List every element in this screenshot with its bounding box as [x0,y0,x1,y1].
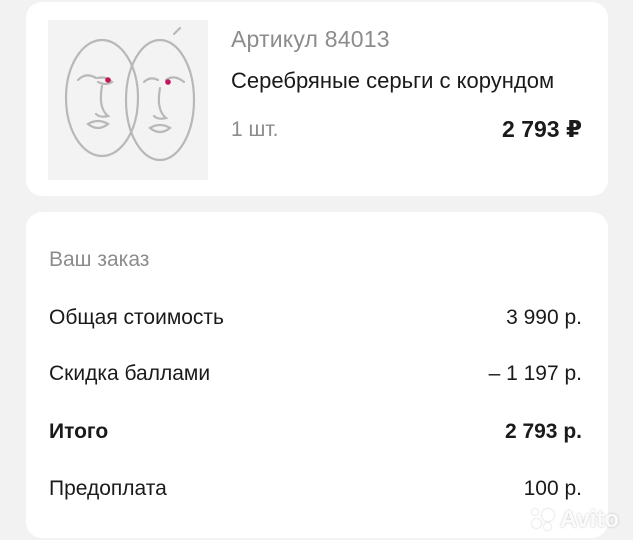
product-quantity: 1 шт. [231,118,279,141]
summary-row-total: Итого 2 793 р. [49,420,582,450]
summary-row-value: 2 793 р. [504,420,582,443]
order-summary-card: Ваш заказ Общая стоимость 3 990 р. Скидк… [26,212,608,538]
summary-row-prepayment: Предоплата 100 р. [49,477,582,507]
summary-row-value: 100 р. [523,477,582,500]
summary-row-total-cost: Общая стоимость 3 990 р. [49,306,582,336]
summary-row-value: – 1 197 р. [488,362,582,385]
product-image[interactable] [48,20,208,180]
summary-row-label: Предоплата [49,477,167,500]
summary-row-label: Итого [49,420,109,443]
avito-watermark: Avito [530,506,619,534]
summary-row-label: Общая стоимость [49,306,224,329]
earrings-face-icon [64,26,196,162]
avito-logo-icon [530,507,556,533]
product-article: Артикул 84013 [231,26,390,52]
product-card[interactable]: Артикул 84013 Серебряные серьги с корунд… [26,2,608,196]
watermark-text: Avito [559,506,619,533]
summary-row-points-discount: Скидка баллами – 1 197 р. [49,362,582,392]
summary-row-value: 3 990 р. [506,306,582,329]
product-price: 2 793 ₽ [502,116,582,142]
order-title: Ваш заказ [49,248,150,271]
product-name[interactable]: Серебряные серьги с корундом [231,68,554,94]
summary-row-label: Скидка баллами [49,362,211,385]
